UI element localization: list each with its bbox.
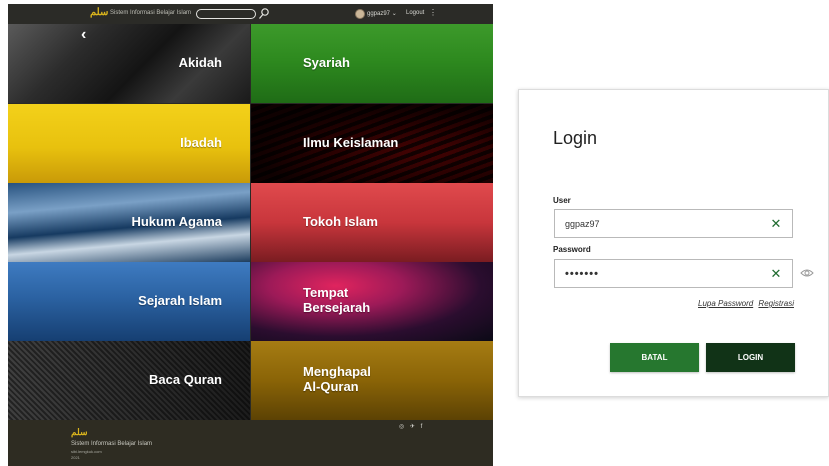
tile-tokoh-islam[interactable]: Tokoh Islam — [251, 183, 493, 262]
password-field[interactable]: ••••••• ✕ — [554, 259, 793, 288]
tile-baca-quran[interactable]: Baca Quran — [8, 341, 250, 420]
footer-year: 2021 — [71, 455, 80, 460]
tile-label: Hukum Agama — [131, 214, 222, 229]
tile-label: Tokoh Islam — [303, 214, 378, 229]
social-icons[interactable]: ◎ ✈ f — [399, 423, 424, 430]
clear-user-icon[interactable]: ✕ — [770, 217, 782, 231]
kebab-menu-icon[interactable]: ⋮ — [429, 8, 437, 18]
logout-link[interactable]: Logout — [406, 10, 424, 16]
footer-title: Sistem Informasi Belajar Islam — [71, 441, 153, 447]
tile-ibadah[interactable]: Ibadah — [8, 104, 250, 183]
password-input[interactable]: ••••••• — [565, 268, 755, 280]
register-link[interactable]: Registrasi — [758, 299, 794, 308]
app-logo[interactable]: سلم — [90, 7, 108, 18]
tile-akidah[interactable]: ‹ Akidah — [8, 24, 250, 103]
tile-label: Baca Quran — [149, 372, 222, 387]
app-panel: سلم Sistem Informasi Belajar Islam ggpaz… — [8, 4, 493, 466]
user-label: User — [553, 196, 571, 205]
avatar[interactable] — [355, 9, 365, 19]
footer: سلم Sistem Informasi Belajar Islam sibi.… — [8, 420, 493, 466]
tile-label: Ilmu Keislaman — [303, 135, 399, 150]
login-button[interactable]: LOGIN — [706, 343, 795, 372]
tile-hukum-agama[interactable]: Hukum Agama — [8, 183, 250, 262]
search-icon[interactable] — [258, 7, 270, 21]
tile-label: Menghapal Al-Quran — [303, 364, 371, 394]
tile-syariah[interactable]: Syariah — [251, 24, 493, 103]
top-bar: سلم Sistem Informasi Belajar Islam ggpaz… — [8, 4, 493, 24]
tile-label: Ibadah — [180, 135, 222, 150]
tile-label: Syariah — [303, 55, 350, 70]
search-input[interactable] — [196, 9, 256, 19]
show-password-eye-icon[interactable] — [800, 268, 814, 278]
footer-site[interactable]: sibi.lemgkuk.com — [71, 449, 102, 454]
tile-sejarah-islam[interactable]: Sejarah Islam — [8, 262, 250, 341]
tile-tempat-bersejarah[interactable]: Tempat Bersejarah — [251, 262, 493, 341]
forgot-password-link[interactable]: Lupa Password — [698, 299, 753, 308]
footer-logo: سلم — [71, 428, 88, 438]
user-input[interactable] — [565, 219, 755, 229]
tile-menghapal-al-quran[interactable]: Menghapal Al-Quran — [251, 341, 493, 420]
app-title: Sistem Informasi Belajar Islam — [110, 10, 192, 16]
login-card: Login User ✕ Password ••••••• ✕ Lupa Pas… — [518, 89, 829, 397]
tile-ilmu-keislaman[interactable]: Ilmu Keislaman — [251, 104, 493, 183]
tile-label: Sejarah Islam — [138, 293, 222, 308]
auth-links: Lupa Password Registrasi — [695, 299, 794, 308]
login-title: Login — [553, 128, 598, 148]
back-chevron-icon[interactable]: ‹ — [81, 27, 86, 43]
tile-label: Tempat Bersejarah — [303, 285, 371, 315]
user-field[interactable]: ✕ — [554, 209, 793, 238]
cancel-button[interactable]: BATAL — [610, 343, 699, 372]
clear-password-icon[interactable]: ✕ — [770, 267, 782, 281]
user-menu[interactable]: ggpaz97 ⌄ — [367, 10, 397, 17]
password-label: Password — [553, 245, 591, 254]
tile-label: Akidah — [178, 55, 222, 70]
